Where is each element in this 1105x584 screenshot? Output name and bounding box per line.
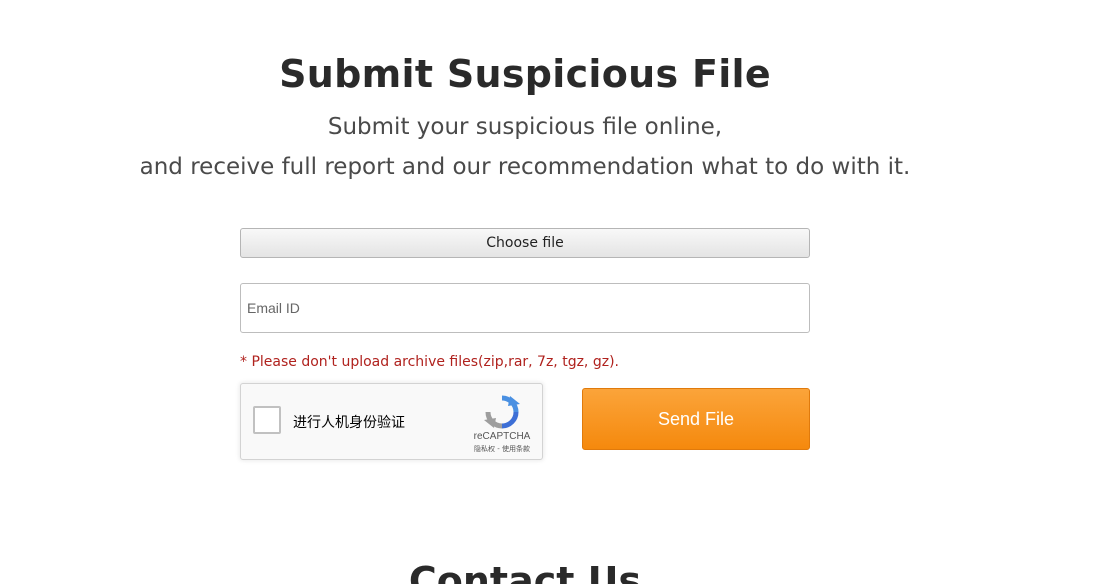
page-subtitle-line-2: and receive full report and our recommen… [139,154,911,180]
choose-file-button[interactable]: Choose file [240,228,810,258]
page-subtitle-line-1: Submit your suspicious file online, [327,114,723,140]
recaptcha-brand: reCAPTCHA [473,431,531,442]
recaptcha-label: 进行人机身份验证 [293,415,405,431]
recaptcha-checkbox[interactable] [253,406,281,434]
contact-us-heading: Contact Us [408,559,642,584]
send-file-button[interactable]: Send File [582,388,810,450]
page: Submit Suspicious File Submit your suspi… [0,0,1105,584]
recaptcha-widget: 进行人机身份验证 reCAPTCHA 隐私权 - 使用条款 [240,383,543,460]
email-field[interactable] [240,283,810,333]
archive-warning-text: * Please don't upload archive files(zip,… [240,354,619,370]
recaptcha-logo-icon [484,395,520,429]
recaptcha-privacy-terms-link[interactable]: 隐私权 - 使用条款 [463,444,541,454]
page-title: Submit Suspicious File [279,52,771,96]
